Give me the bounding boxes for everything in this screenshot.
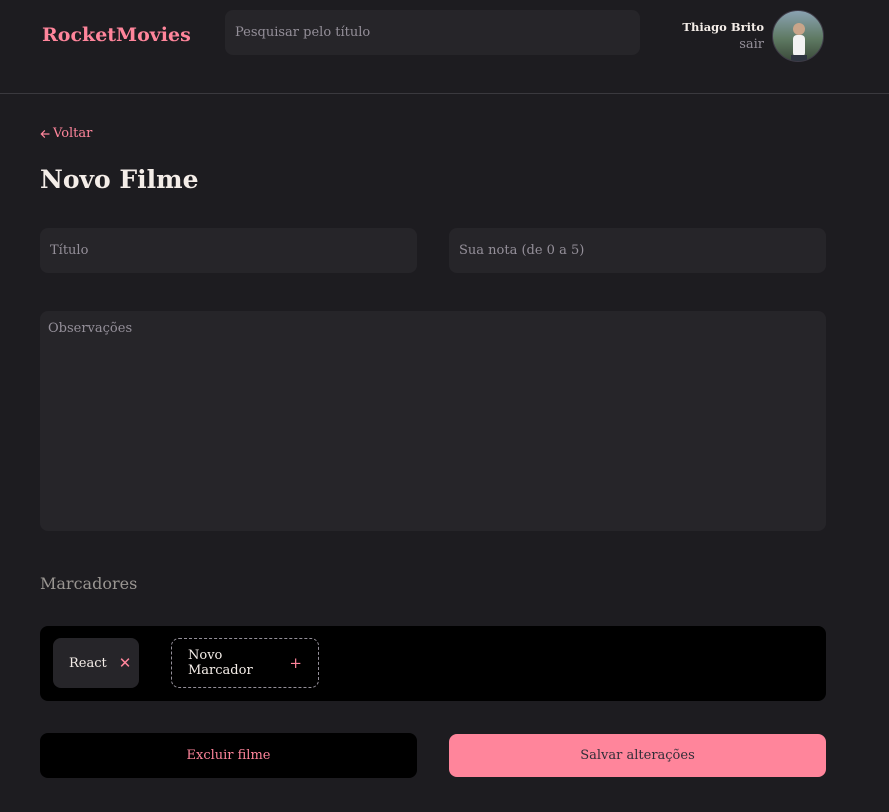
- remove-tag-icon[interactable]: ✕: [119, 654, 132, 672]
- arrow-left-icon: [40, 129, 50, 138]
- back-link[interactable]: Voltar: [40, 126, 92, 141]
- new-tag-placeholder: Novo Marcador: [188, 648, 253, 678]
- search-input[interactable]: [225, 10, 640, 55]
- back-label: Voltar: [53, 126, 93, 141]
- add-tag-icon[interactable]: +: [289, 654, 302, 672]
- tags-section-title: Marcadores: [40, 574, 138, 593]
- user-photo-icon: [791, 23, 807, 61]
- tag-label: React: [69, 655, 107, 671]
- rating-input[interactable]: [449, 228, 826, 273]
- delete-movie-button[interactable]: Excluir filme: [40, 733, 417, 778]
- logout-link[interactable]: sair: [682, 37, 764, 52]
- title-input[interactable]: [40, 228, 417, 273]
- tags-container: React ✕ Novo Marcador +: [40, 626, 826, 701]
- profile-info: Thiago Brito sair: [682, 20, 764, 52]
- save-changes-button[interactable]: Salvar alterações: [449, 734, 826, 777]
- tag-item: React ✕: [53, 638, 139, 688]
- notes-textarea[interactable]: [40, 311, 826, 531]
- header: RocketMovies Thiago Brito sair: [0, 0, 889, 94]
- brand-logo[interactable]: RocketMovies: [42, 24, 191, 46]
- user-name: Thiago Brito: [682, 20, 764, 34]
- new-tag-input[interactable]: Novo Marcador +: [171, 638, 319, 688]
- avatar[interactable]: [772, 10, 824, 62]
- page-title: Novo Filme: [40, 165, 199, 194]
